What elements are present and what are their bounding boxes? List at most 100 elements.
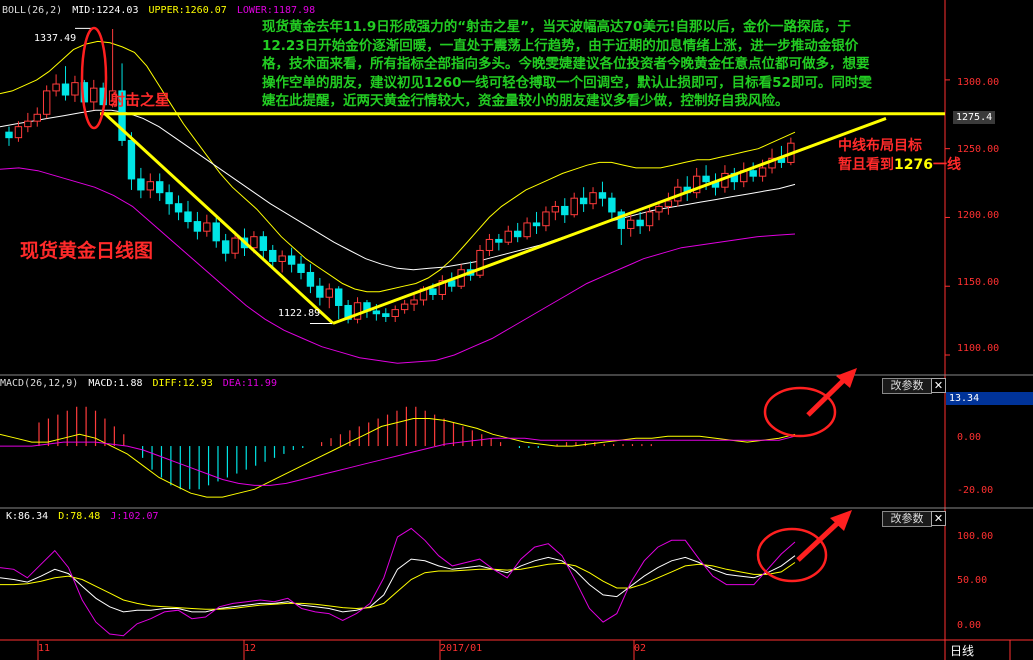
- candle-body: [156, 181, 164, 194]
- candle-body: [127, 139, 136, 180]
- macd-dea: DEA:11.99: [222, 378, 277, 389]
- candle-body: [485, 238, 494, 251]
- candle-body: [61, 83, 70, 96]
- candle-body: [325, 288, 333, 298]
- candle-body: [90, 87, 98, 103]
- candle-body: [14, 126, 23, 139]
- candle-body: [52, 83, 60, 92]
- candle-body: [193, 221, 202, 232]
- target-line-1: 中线布局目标: [838, 138, 922, 154]
- boll-lower: LOWER:1187.98: [236, 5, 316, 16]
- candle-body: [400, 303, 409, 311]
- kdj-arrow-shaft: [796, 517, 844, 562]
- candle-body: [495, 238, 503, 243]
- candle-body: [645, 211, 654, 227]
- candle-body: [636, 219, 644, 227]
- candle-body: [278, 255, 286, 262]
- kdj-tick-100: 100.00: [957, 531, 994, 542]
- candle-body: [221, 240, 230, 254]
- candle-body: [551, 205, 560, 213]
- kdj-d: D:78.48: [58, 511, 101, 522]
- macd-params-button[interactable]: 改参数: [882, 378, 932, 394]
- boll-upper: UPPER:1260.07: [148, 5, 227, 16]
- shooting-star-circle: [80, 26, 108, 130]
- macd-arrow-shaft: [806, 374, 850, 417]
- time-label-2017-01: 2017/01: [440, 643, 483, 654]
- macd-name: MACD(26,12,9): [0, 378, 79, 389]
- target-value: 1276: [894, 157, 933, 173]
- shooting-star-label: 射击之星: [110, 91, 171, 109]
- candle-body: [269, 249, 277, 262]
- downtrend-line: [102, 111, 335, 325]
- candle-body: [184, 211, 192, 223]
- candle-body: [476, 249, 484, 276]
- candle-body: [429, 288, 437, 295]
- time-label-11: 11: [38, 643, 51, 654]
- candle-body: [316, 285, 324, 298]
- candle-body: [523, 222, 531, 238]
- candle-body: [589, 192, 597, 205]
- macd-highlight-circle: [763, 386, 837, 438]
- candle-body: [655, 205, 663, 213]
- macd-value: MACD:1.88: [88, 378, 143, 389]
- kdj-highlight-circle: [756, 527, 828, 583]
- analysis-text: 现货黄金去年11.9日形成强力的“射击之星”，当天波幅高达70美元!自那以后，金…: [262, 19, 872, 109]
- candle-body: [749, 170, 757, 177]
- macd-header: MACD(26,12,9) MACD:1.88 DIFF:12.93 DEA:1…: [0, 378, 277, 389]
- chart-title: 现货黄金日线图: [20, 240, 154, 262]
- candle-body: [513, 230, 522, 238]
- price-tick-1100: 1100.00: [957, 343, 1000, 354]
- kdj-k-line: [0, 555, 796, 613]
- candle-body: [5, 131, 13, 139]
- price-tick-1200: 1200.00: [957, 210, 1000, 221]
- candle-body: [391, 309, 399, 317]
- macd-close-button[interactable]: ✕: [931, 378, 946, 393]
- target-line-2: 暂且看到1276一线: [838, 156, 961, 175]
- kdj-tick-50: 50.00: [957, 575, 988, 586]
- kdj-j-line: [0, 527, 796, 637]
- candle-body: [608, 197, 616, 213]
- period-label: 日线: [950, 644, 975, 658]
- current-price-label: 1275.4: [953, 111, 996, 124]
- candle-body: [579, 197, 588, 205]
- time-label-12: 12: [244, 643, 257, 654]
- high-price-label: 1337.49: [34, 33, 77, 44]
- candle-body: [165, 192, 173, 205]
- kdj-close-button[interactable]: ✕: [931, 511, 946, 526]
- candle-body: [71, 82, 79, 96]
- candle-body: [33, 113, 41, 122]
- candle-body: [353, 302, 362, 320]
- candle-body: [24, 120, 32, 128]
- price-tick-1300: 1300.00: [957, 77, 1000, 88]
- candle-body: [174, 203, 183, 213]
- kdj-j: J:102.07: [110, 511, 159, 522]
- macd-tick-0: 0.00: [957, 432, 982, 443]
- kdj-k: K:86.34: [6, 511, 49, 522]
- candle-body: [532, 222, 541, 227]
- candle-body: [212, 222, 220, 242]
- macd-tick-neg20: -20.00: [957, 485, 994, 496]
- target-note: 中线布局目标 暂且看到1276一线: [838, 137, 961, 175]
- candle-body: [250, 236, 258, 249]
- candle-body: [137, 178, 145, 191]
- target-prefix: 暂且看到: [838, 157, 894, 173]
- candle-body: [335, 288, 343, 306]
- candle-body: [504, 230, 512, 243]
- price-tick-1150: 1150.00: [957, 277, 1000, 288]
- uptrend-line: [332, 117, 887, 325]
- candle-body: [259, 236, 268, 251]
- kdj-params-button[interactable]: 改参数: [882, 511, 932, 527]
- candle-body: [203, 222, 211, 232]
- candle-body: [702, 175, 710, 183]
- candle-body: [146, 181, 155, 191]
- target-suffix: 一线: [932, 157, 961, 173]
- boll-name: BOLL(26,2): [2, 5, 63, 16]
- kdj-tick-0: 0.00: [957, 620, 982, 631]
- candle-body: [410, 299, 418, 305]
- boll-header: BOLL(26,2) MID:1224.03 UPPER:1260.07 LOW…: [2, 5, 315, 16]
- candle-body: [627, 219, 635, 229]
- candle-body: [372, 310, 381, 315]
- low-price-label: 1122.89: [278, 308, 321, 319]
- macd-current-label: 13.34: [946, 392, 1033, 405]
- candle-body: [598, 192, 607, 199]
